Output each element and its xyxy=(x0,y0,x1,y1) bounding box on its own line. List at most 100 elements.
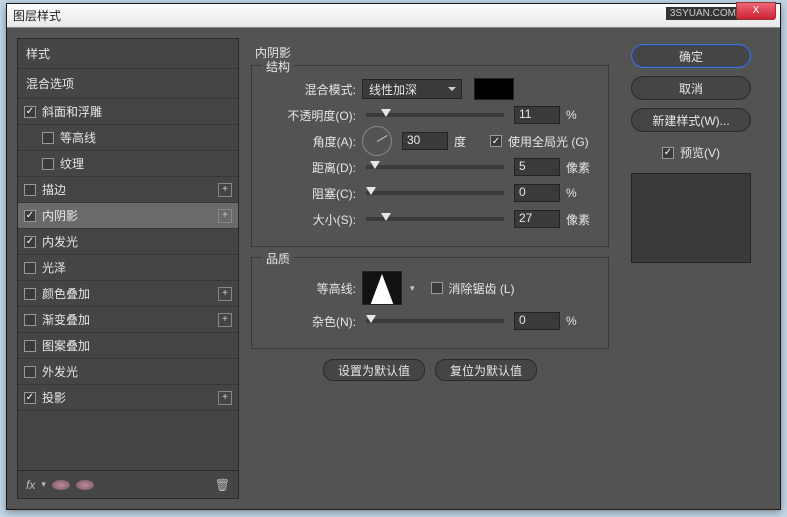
opacity-input[interactable]: 11 xyxy=(514,106,560,124)
style-label: 渐变叠加 xyxy=(42,311,90,328)
style-checkbox[interactable] xyxy=(42,158,54,170)
footer-swatch-2[interactable] xyxy=(76,480,94,490)
watermark: 3SYUAN.COM xyxy=(666,7,740,20)
noise-label: 杂色(N): xyxy=(264,313,356,330)
style-label: 内阴影 xyxy=(42,207,78,224)
style-label: 投影 xyxy=(42,389,66,406)
size-slider[interactable] xyxy=(366,217,504,221)
style-checkbox[interactable] xyxy=(24,288,36,300)
preview-checkbox[interactable] xyxy=(662,147,674,159)
blend-mode-label: 混合模式: xyxy=(264,81,356,98)
add-instance-icon[interactable]: + xyxy=(218,183,232,197)
contour-label: 等高线: xyxy=(264,280,356,297)
style-checkbox[interactable] xyxy=(24,366,36,378)
style-label: 等高线 xyxy=(60,129,96,146)
choke-label: 阻塞(C): xyxy=(264,185,356,202)
distance-unit: 像素 xyxy=(566,159,596,176)
distance-slider[interactable] xyxy=(366,165,504,169)
style-row-5[interactable]: 内发光 xyxy=(18,229,238,255)
make-default-button[interactable]: 设置为默认值 xyxy=(323,359,425,381)
angle-unit: 度 xyxy=(454,133,484,150)
dialog-body: 样式 混合选项 斜面和浮雕等高线纹理描边 + 内阴影 + 内发光光泽颜色叠加 + 渐变叠加 +… xyxy=(7,28,780,509)
styles-sidebar: 样式 混合选项 斜面和浮雕等高线纹理描边 + 内阴影 + 内发光光泽颜色叠加 + 渐变叠加 +… xyxy=(17,38,239,499)
style-row-10[interactable]: 外发光 xyxy=(18,359,238,385)
style-row-9[interactable]: 图案叠加 xyxy=(18,333,238,359)
global-light-checkbox[interactable] xyxy=(490,135,502,147)
style-checkbox[interactable] xyxy=(42,132,54,144)
size-input[interactable]: 27 xyxy=(514,210,560,228)
noise-input[interactable]: 0 xyxy=(514,312,560,330)
blend-mode-select[interactable]: 线性加深 xyxy=(362,79,462,99)
style-label: 光泽 xyxy=(42,259,66,276)
effect-title: 内阴影 xyxy=(255,44,615,61)
choke-input[interactable]: 0 xyxy=(514,184,560,202)
titlebar[interactable]: 图层样式 3SYUAN.COM X xyxy=(7,4,780,28)
contour-picker[interactable] xyxy=(362,271,402,305)
styles-header[interactable]: 样式 xyxy=(18,39,238,69)
chevron-down-icon[interactable]: ▾ xyxy=(41,479,46,490)
global-light-label: 使用全局光 (G) xyxy=(508,133,589,150)
reset-default-button[interactable]: 复位为默认值 xyxy=(435,359,537,381)
opacity-slider[interactable] xyxy=(366,113,504,117)
sidebar-footer: fx ▾ 🗑 xyxy=(18,470,238,498)
ok-button[interactable]: 确定 xyxy=(631,44,751,68)
settings-panel: 内阴影 结构 混合模式: 线性加深 不透明度(O): 11 % 角度(A): xyxy=(245,38,615,499)
blend-mode-value: 线性加深 xyxy=(369,81,417,98)
style-row-3[interactable]: 描边 + xyxy=(18,177,238,203)
distance-input[interactable]: 5 xyxy=(514,158,560,176)
noise-unit: % xyxy=(566,314,596,328)
fx-icon[interactable]: fx xyxy=(26,478,35,492)
angle-label: 角度(A): xyxy=(264,133,356,150)
preview-label: 预览(V) xyxy=(680,144,720,161)
choke-unit: % xyxy=(566,186,596,200)
style-checkbox[interactable] xyxy=(24,340,36,352)
quality-title: 品质 xyxy=(262,250,294,267)
chevron-down-icon[interactable]: ▾ xyxy=(410,283,415,294)
style-row-7[interactable]: 颜色叠加 + xyxy=(18,281,238,307)
style-checkbox[interactable] xyxy=(24,106,36,118)
choke-slider[interactable] xyxy=(366,191,504,195)
style-label: 内发光 xyxy=(42,233,78,250)
style-row-1[interactable]: 等高线 xyxy=(18,125,238,151)
style-checkbox[interactable] xyxy=(24,236,36,248)
style-label: 描边 xyxy=(42,181,66,198)
add-instance-icon[interactable]: + xyxy=(218,313,232,327)
add-instance-icon[interactable]: + xyxy=(218,391,232,405)
antialias-label: 消除锯齿 (L) xyxy=(449,280,515,297)
structure-title: 结构 xyxy=(262,58,294,75)
add-instance-icon[interactable]: + xyxy=(218,287,232,301)
style-checkbox[interactable] xyxy=(24,184,36,196)
close-button[interactable]: X xyxy=(736,2,776,20)
style-row-4[interactable]: 内阴影 + xyxy=(18,203,238,229)
footer-swatch-1[interactable] xyxy=(52,480,70,490)
style-label: 图案叠加 xyxy=(42,337,90,354)
style-row-8[interactable]: 渐变叠加 + xyxy=(18,307,238,333)
color-swatch[interactable] xyxy=(474,78,514,100)
style-checkbox[interactable] xyxy=(24,314,36,326)
style-row-11[interactable]: 投影 + xyxy=(18,385,238,411)
action-panel: 确定 取消 新建样式(W)... 预览(V) xyxy=(621,38,761,499)
default-buttons: 设置为默认值 复位为默认值 xyxy=(245,359,615,381)
antialias-checkbox[interactable] xyxy=(431,282,443,294)
preview-box xyxy=(631,173,751,263)
style-checkbox[interactable] xyxy=(24,210,36,222)
add-instance-icon[interactable]: + xyxy=(218,209,232,223)
cancel-button[interactable]: 取消 xyxy=(631,76,751,100)
style-row-2[interactable]: 纹理 xyxy=(18,151,238,177)
style-checkbox[interactable] xyxy=(24,262,36,274)
size-unit: 像素 xyxy=(566,211,596,228)
style-label: 颜色叠加 xyxy=(42,285,90,302)
window-title: 图层样式 xyxy=(13,7,61,24)
opacity-unit: % xyxy=(566,108,596,122)
trash-icon[interactable]: 🗑 xyxy=(215,478,230,492)
angle-input[interactable]: 30 xyxy=(402,132,448,150)
style-row-0[interactable]: 斜面和浮雕 xyxy=(18,99,238,125)
style-row-6[interactable]: 光泽 xyxy=(18,255,238,281)
angle-dial[interactable] xyxy=(362,126,392,156)
new-style-button[interactable]: 新建样式(W)... xyxy=(631,108,751,132)
size-label: 大小(S): xyxy=(264,211,356,228)
layer-style-dialog: 图层样式 3SYUAN.COM X 样式 混合选项 斜面和浮雕等高线纹理描边+内… xyxy=(6,3,781,510)
noise-slider[interactable] xyxy=(366,319,504,323)
style-checkbox[interactable] xyxy=(24,392,36,404)
blend-options-header[interactable]: 混合选项 xyxy=(18,69,238,99)
